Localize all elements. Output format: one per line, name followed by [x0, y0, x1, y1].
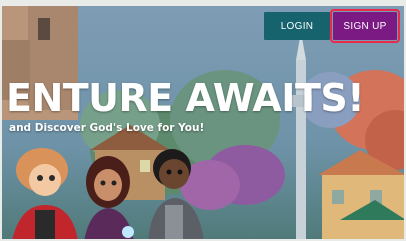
- hero-headline: ENTURE AWAITS!: [6, 76, 365, 120]
- sign-up-button[interactable]: SIGN UP: [330, 9, 400, 43]
- hero-subheadline: and Discover God's Love for You!: [9, 122, 205, 134]
- login-button[interactable]: LOGIN: [264, 12, 330, 40]
